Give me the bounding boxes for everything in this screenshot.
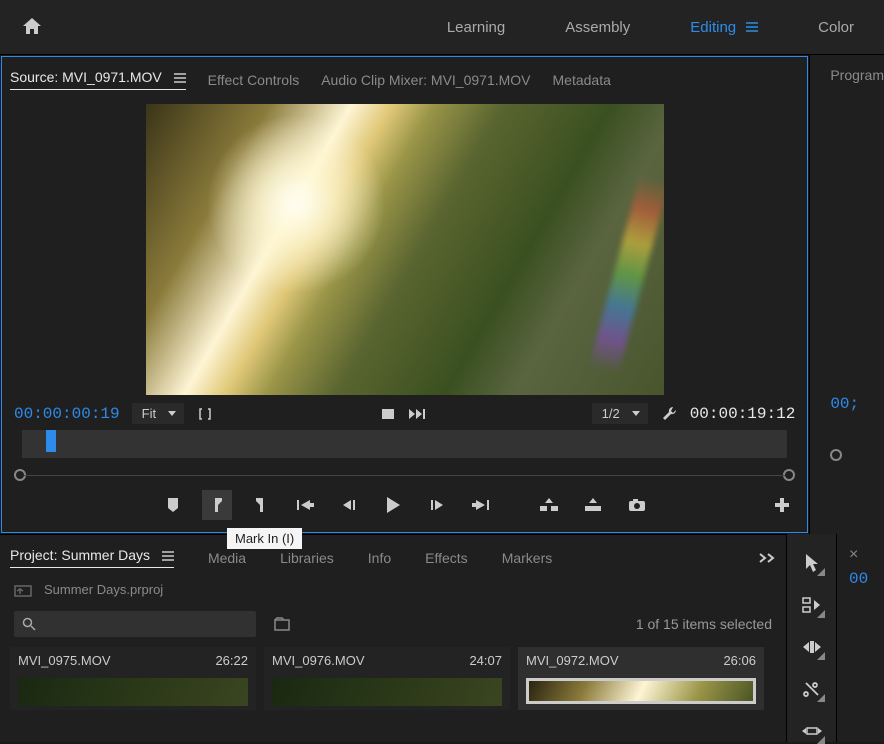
mark-out-button[interactable]: [246, 490, 276, 520]
add-marker-button[interactable]: [158, 490, 188, 520]
bin-name: MVI_0976.MOV: [272, 653, 365, 668]
overflow-button[interactable]: [758, 552, 776, 564]
overwrite-button[interactable]: [578, 490, 608, 520]
step-forward-button[interactable]: [422, 490, 452, 520]
workspace-label: Assembly: [565, 19, 630, 36]
source-timeline[interactable]: [22, 430, 787, 458]
workspace-label: Learning: [447, 19, 505, 36]
item-count-label: 1 of 15 items selected: [636, 616, 772, 632]
bin-duration: 26:22: [215, 653, 248, 668]
zoom-handle-right[interactable]: [783, 469, 795, 481]
slip-tool[interactable]: [801, 720, 823, 742]
new-bin-icon[interactable]: [274, 617, 292, 631]
project-panel: Project: Summer Days Media Libraries Inf…: [0, 534, 786, 742]
zoom-handle-left[interactable]: [14, 469, 26, 481]
program-panel: Program 00;: [809, 55, 884, 534]
film-icon[interactable]: [379, 405, 397, 423]
search-input[interactable]: [14, 611, 256, 637]
bin-thumbnail: [272, 678, 502, 706]
bin-name: MVI_0975.MOV: [18, 653, 111, 668]
playhead[interactable]: [46, 430, 56, 452]
tab-media[interactable]: Media: [208, 550, 246, 566]
export-frame-button[interactable]: [622, 490, 652, 520]
tab-metadata[interactable]: Metadata: [553, 72, 611, 88]
tab-audio-mixer[interactable]: Audio Clip Mixer: MVI_0971.MOV: [321, 72, 530, 88]
tab-source[interactable]: Source: MVI_0971.MOV: [10, 69, 186, 90]
bin-thumbnail: [526, 678, 756, 704]
program-timecode[interactable]: 00;: [830, 395, 884, 413]
close-icon[interactable]: ×: [849, 546, 858, 563]
tab-project[interactable]: Project: Summer Days: [10, 547, 174, 568]
project-filename: Summer Days.prproj: [44, 582, 163, 597]
ripple-edit-tool[interactable]: [801, 636, 823, 658]
tab-libraries[interactable]: Libraries: [280, 550, 334, 566]
timecode-out[interactable]: 00:00:19:12: [690, 405, 796, 423]
tab-info[interactable]: Info: [368, 550, 391, 566]
step-back-button[interactable]: [334, 490, 364, 520]
insert-button[interactable]: [534, 490, 564, 520]
go-to-in-button[interactable]: [290, 490, 320, 520]
tab-program[interactable]: Program: [830, 67, 884, 83]
bin-item[interactable]: MVI_0975.MOV 26:22: [10, 647, 256, 710]
resolution-dropdown[interactable]: 1/2: [592, 403, 648, 424]
workspace-label: Editing: [690, 19, 736, 36]
wrench-icon[interactable]: [660, 405, 678, 423]
workspace-tab-assembly[interactable]: Assembly: [535, 0, 660, 54]
zoom-scrollbar[interactable]: [14, 466, 795, 484]
workspace-tab-color[interactable]: Color: [788, 0, 884, 54]
sequence-panel: × 00: [836, 534, 884, 742]
tab-label: Source: MVI_0971.MOV: [10, 69, 162, 85]
bin-name: MVI_0972.MOV: [526, 653, 619, 668]
preview-image: [146, 104, 664, 395]
tab-markers[interactable]: Markers: [502, 550, 553, 566]
source-preview[interactable]: [2, 104, 807, 395]
tooltip: Mark In (I): [227, 528, 302, 549]
nav-up-icon[interactable]: [14, 583, 32, 597]
tools-panel: [786, 534, 836, 742]
workspace-tab-editing[interactable]: Editing: [660, 0, 788, 54]
tab-effect-controls[interactable]: Effect Controls: [208, 72, 300, 88]
bin-item[interactable]: MVI_0972.MOV 26:06: [518, 647, 764, 710]
bin-thumbnail: [18, 678, 248, 706]
tab-label: Project: Summer Days: [10, 547, 150, 563]
bin-duration: 26:06: [723, 653, 756, 668]
panel-menu-icon[interactable]: [174, 73, 186, 83]
panel-menu-icon[interactable]: [162, 551, 174, 561]
bin-item[interactable]: MVI_0976.MOV 24:07: [264, 647, 510, 710]
track-select-tool[interactable]: [801, 594, 823, 616]
timecode-in[interactable]: 00:00:00:19: [14, 405, 120, 423]
mark-in-button[interactable]: [202, 490, 232, 520]
search-icon: [22, 617, 36, 631]
bracket-icon[interactable]: [196, 405, 214, 423]
program-zoom-handle[interactable]: [830, 449, 842, 461]
tab-effects[interactable]: Effects: [425, 550, 468, 566]
razor-tool[interactable]: [801, 678, 823, 700]
button-editor[interactable]: [767, 490, 797, 520]
selection-tool[interactable]: [801, 552, 823, 574]
zoom-dropdown[interactable]: Fit: [132, 403, 184, 424]
panel-menu-icon[interactable]: [746, 22, 758, 32]
home-icon[interactable]: [20, 15, 44, 39]
skip-icon[interactable]: [409, 405, 427, 423]
play-button[interactable]: [378, 490, 408, 520]
sequence-timecode[interactable]: 00: [849, 570, 884, 588]
bin-duration: 24:07: [469, 653, 502, 668]
workspace-tab-learning[interactable]: Learning: [417, 0, 535, 54]
workspace-label: Color: [818, 19, 854, 36]
go-to-out-button[interactable]: [466, 490, 496, 520]
source-panel: Source: MVI_0971.MOV Effect Controls Aud…: [1, 56, 808, 533]
